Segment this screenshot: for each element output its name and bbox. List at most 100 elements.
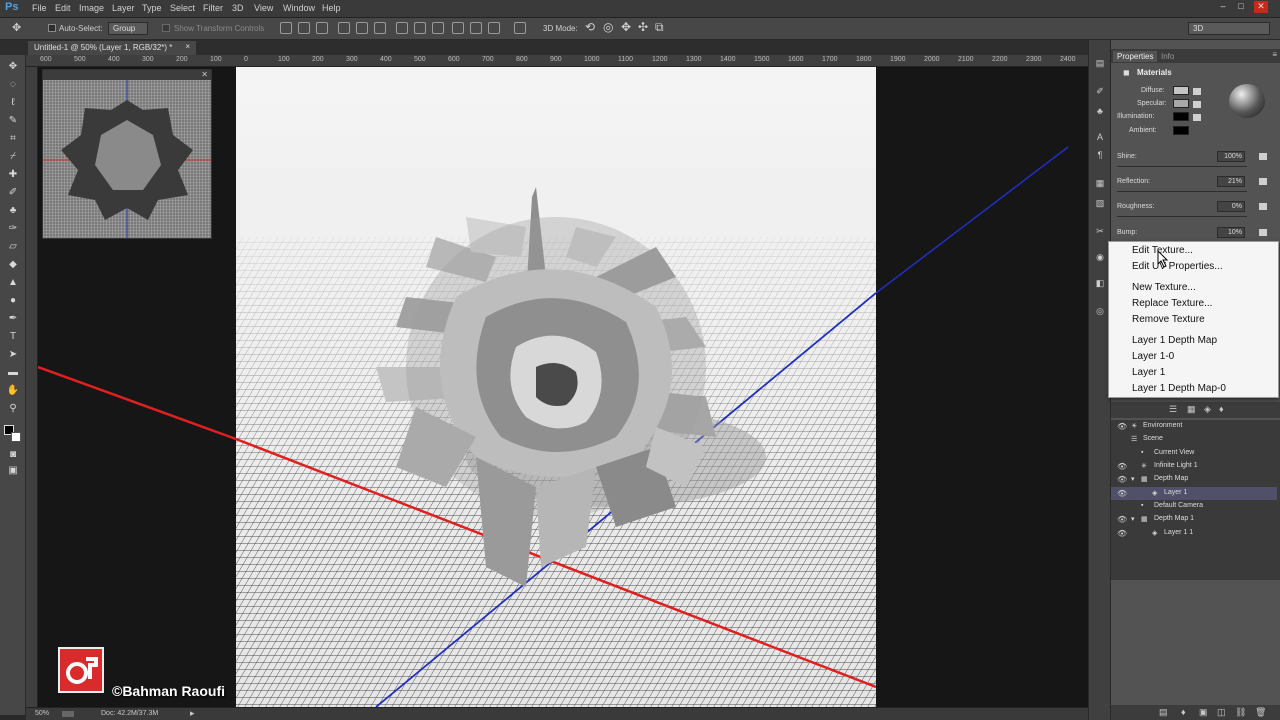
paragraph-icon[interactable]: ¶ (1094, 150, 1106, 161)
scene-row-depth-map[interactable]: 👁 ▾ ▦ Depth Map (1111, 473, 1277, 486)
menu-layer-1-depth-map-0[interactable]: Layer 1 Depth Map-0 (1132, 383, 1226, 394)
menu-edit[interactable]: Edit (55, 3, 71, 13)
slide-icon[interactable]: ✣ (638, 20, 648, 34)
diffuse-folder-icon[interactable] (1193, 88, 1201, 95)
delete-icon[interactable]: 🗑 (1255, 707, 1266, 718)
panel-menu-icon[interactable]: ≡ (1272, 50, 1277, 59)
crop-tool-icon[interactable]: ⌗ (6, 133, 20, 145)
distribute-right-icon[interactable] (488, 22, 500, 34)
scene-row-scene[interactable]: ☰ Scene (1111, 433, 1277, 446)
distribute-hcenter-icon[interactable] (470, 22, 482, 34)
light-bulb-icon[interactable]: ♦ (1181, 707, 1186, 717)
filter-whole-scene-icon[interactable]: ☰ (1169, 404, 1177, 415)
tab-properties[interactable]: Properties (1113, 51, 1158, 62)
material-preview-sphere[interactable] (1229, 84, 1265, 118)
auto-select-checkbox[interactable] (48, 24, 56, 32)
type-tool-icon[interactable]: T (6, 331, 20, 343)
zoom-level[interactable]: 50% (35, 710, 49, 717)
stamp-tool-icon[interactable]: ♣ (6, 205, 20, 217)
menu-help[interactable]: Help (322, 3, 341, 13)
layers-icon[interactable]: ◧ (1094, 278, 1106, 289)
filter-meshes-icon[interactable]: ▦ (1187, 404, 1196, 415)
eraser-tool-icon[interactable]: ▱ (6, 241, 20, 253)
visibility-eye-icon[interactable]: 👁 (1117, 529, 1127, 538)
menu-select[interactable]: Select (170, 3, 195, 13)
align-top-icon[interactable] (280, 22, 292, 34)
navigator-thumbnail[interactable]: ✕ (42, 69, 212, 239)
menu-layer-1-depth-map[interactable]: Layer 1 Depth Map (1132, 335, 1217, 346)
tools-icon[interactable]: ✂ (1094, 226, 1106, 237)
distribute-bottom-icon[interactable] (432, 22, 444, 34)
menu-layer-1-0[interactable]: Layer 1-0 (1132, 351, 1174, 362)
filter-materials-icon[interactable]: ◈ (1204, 404, 1211, 415)
menu-view[interactable]: View (254, 3, 273, 13)
reflection-folder-icon[interactable] (1259, 178, 1267, 185)
quick-select-tool-icon[interactable]: ✎ (6, 115, 20, 127)
align-left-icon[interactable] (338, 22, 350, 34)
shine-slider[interactable] (1117, 166, 1247, 167)
workspace-dropdown[interactable]: 3D (1188, 22, 1270, 35)
eyedropper-tool-icon[interactable]: ⌿ (6, 151, 20, 163)
path-select-tool-icon[interactable]: ➤ (6, 349, 20, 361)
bump-folder-icon[interactable] (1259, 229, 1267, 236)
hand-tool-icon[interactable]: ✋ (6, 385, 20, 397)
dodge-tool-icon[interactable]: ● (6, 295, 20, 307)
visibility-eye-icon[interactable]: 👁 (1117, 475, 1127, 484)
menu-filter[interactable]: Filter (203, 3, 223, 13)
show-transform-checkbox[interactable] (162, 24, 170, 32)
expand-arrow-icon[interactable]: ▾ (1131, 515, 1135, 523)
pan-icon[interactable]: ✥ (621, 20, 631, 34)
roll-icon[interactable]: ◎ (603, 20, 613, 34)
scene-row-environment[interactable]: 👁 ☀ Environment (1111, 420, 1277, 433)
menu-layer-1[interactable]: Layer 1 (1132, 367, 1165, 378)
reflection-slider[interactable] (1117, 191, 1247, 192)
blur-tool-icon[interactable]: ▲ (6, 277, 20, 289)
healing-tool-icon[interactable]: ✚ (6, 169, 20, 181)
scene-row-layer1-selected[interactable]: 👁 ◈ Layer 1 (1111, 487, 1277, 500)
auto-align-icon[interactable] (514, 22, 526, 34)
history-brush-tool-icon[interactable]: ✑ (6, 223, 20, 235)
menu-layer[interactable]: Layer (112, 3, 135, 13)
brush-panel-icon[interactable]: ✐ (1094, 86, 1106, 97)
scene-row-current-view[interactable]: ▪ Current View (1111, 447, 1277, 460)
bump-value[interactable]: 10% (1217, 227, 1245, 238)
close-tab-icon[interactable]: × (185, 42, 190, 51)
new-light-icon[interactable]: ▤ (1159, 707, 1168, 718)
menu-image[interactable]: Image (79, 3, 104, 13)
menu-window[interactable]: Window (283, 3, 315, 13)
visibility-eye-icon[interactable]: 👁 (1117, 422, 1127, 431)
auto-select-dropdown[interactable]: Group (108, 22, 148, 35)
diffuse-swatch[interactable] (1173, 86, 1189, 95)
distribute-vcenter-icon[interactable] (414, 22, 426, 34)
align-vcenter-icon[interactable] (298, 22, 310, 34)
link-icon[interactable]: ⛓ (1235, 707, 1246, 718)
move-tool-icon[interactable]: ✥ (12, 21, 21, 34)
clone-source-icon[interactable]: ♣ (1094, 106, 1106, 117)
new-layer-icon[interactable]: ▣ (1199, 707, 1208, 718)
maximize-button[interactable]: □ (1234, 1, 1248, 13)
minimize-button[interactable]: – (1216, 1, 1230, 13)
quick-mask-icon[interactable]: ◙ (6, 449, 20, 461)
visibility-eye-icon[interactable]: 👁 (1117, 515, 1127, 524)
scene-row-infinite-light[interactable]: 👁 ✳ Infinite Light 1 (1111, 460, 1277, 473)
ambient-swatch[interactable] (1173, 126, 1189, 135)
move-tool-icon[interactable]: ✥ (6, 61, 20, 73)
styles-icon[interactable]: ▧ (1094, 198, 1106, 209)
adjustments-icon[interactable]: ▦ (1094, 178, 1106, 189)
duplicate-icon[interactable]: ◫ (1217, 707, 1226, 718)
3d-panel-icon[interactable]: ◉ (1094, 252, 1106, 263)
document-tab[interactable]: Untitled-1 @ 50% (Layer 1, RGB/32*) * × (28, 41, 196, 55)
menu-3d[interactable]: 3D (232, 3, 244, 13)
filter-lights-icon[interactable]: ♦ (1219, 404, 1224, 414)
scene-row-layer-1-1[interactable]: 👁 ◈ Layer 1 1 (1111, 527, 1277, 540)
roughness-value[interactable]: 0% (1217, 201, 1245, 212)
specular-swatch[interactable] (1173, 99, 1189, 108)
lasso-tool-icon[interactable]: ℓ (6, 97, 20, 109)
menu-new-texture[interactable]: New Texture... (1132, 282, 1196, 293)
roughness-folder-icon[interactable] (1259, 203, 1267, 210)
paint-bucket-tool-icon[interactable]: ◆ (6, 259, 20, 271)
status-arrow-icon[interactable]: ▸ (190, 708, 195, 719)
pen-tool-icon[interactable]: ✒ (6, 313, 20, 325)
brush-tool-icon[interactable]: ✐ (6, 187, 20, 199)
illumination-folder-icon[interactable] (1193, 114, 1201, 121)
